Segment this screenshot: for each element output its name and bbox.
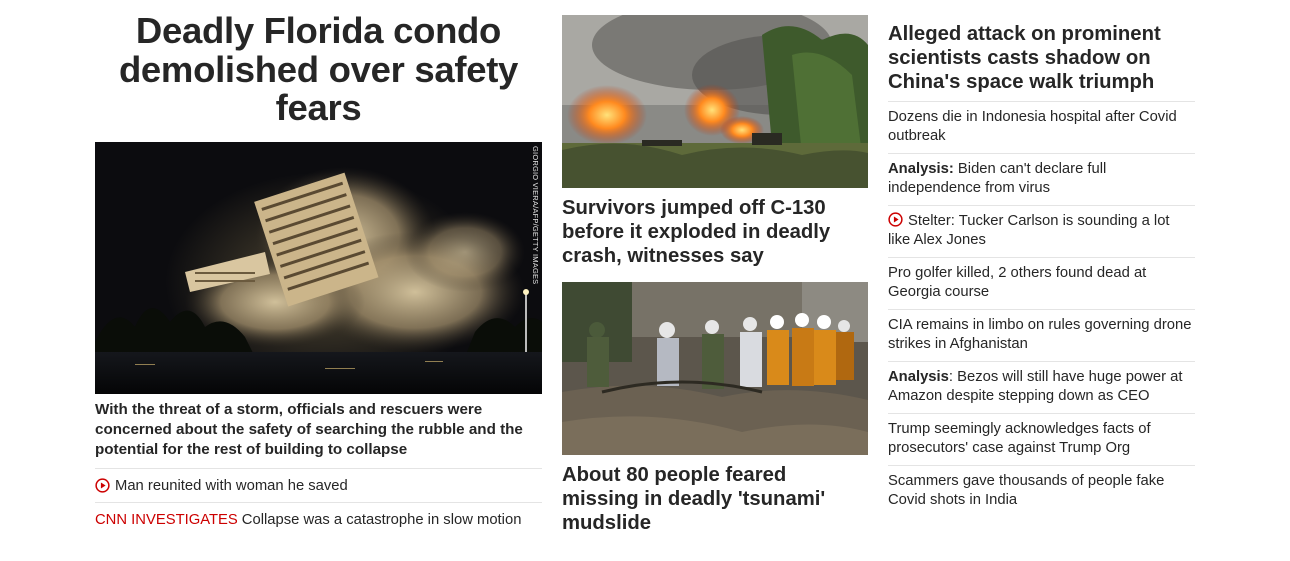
headline-list-item[interactable]: Scammers gave thousands of people fake C… (888, 465, 1195, 517)
headline-text: Pro golfer killed, 2 others found dead a… (888, 265, 1147, 300)
headline-text: Dozens die in Indonesia hospital after C… (888, 109, 1177, 144)
top-headline[interactable]: Alleged attack on prominent scientists c… (888, 22, 1195, 95)
headline-text: Scammers gave thousands of people fake C… (888, 473, 1165, 508)
headline-text: Stelter: Tucker Carlson is sounding a lo… (888, 213, 1170, 248)
analysis-label: Analysis: (888, 161, 954, 177)
story-image-plane-crash[interactable] (562, 15, 868, 188)
story-headline[interactable]: About 80 people feared missing in deadly… (562, 463, 868, 535)
headline-list-item[interactable]: Trump seemingly acknowledges facts of pr… (888, 413, 1195, 465)
headline-text: CIA remains in limbo on rules governing … (888, 317, 1192, 352)
headline-list-item[interactable]: Analysis: Bezos will still have huge pow… (888, 361, 1195, 413)
photo-credit: Giorgio Viera/AFP/Getty Images (531, 146, 540, 285)
list-item[interactable]: CNN INVESTIGATES Collapse was a catastro… (95, 502, 542, 536)
headline-list-item[interactable]: Analysis: Biden can't declare full indep… (888, 153, 1195, 205)
headline-text: Trump seemingly acknowledges facts of pr… (888, 421, 1151, 456)
story-image-mudslide[interactable] (562, 282, 868, 455)
headlines-column: Alleged attack on prominent scientists c… (888, 22, 1195, 517)
related-link-text: Man reunited with woman he saved (115, 477, 348, 494)
lead-image-condo-demolition[interactable]: Giorgio Viera/AFP/Getty Images (95, 142, 542, 394)
lead-headline[interactable]: Deadly Florida condo demolished over saf… (95, 11, 542, 128)
mudslide-rescuers-photo (562, 282, 868, 455)
homepage-news-section: Deadly Florida condo demolished over saf… (0, 0, 1290, 561)
story-headline[interactable]: Survivors jumped off C-130 before it exp… (562, 196, 868, 268)
kicker-label: CNN INVESTIGATES (95, 511, 238, 528)
lead-summary[interactable]: With the threat of a storm, officials an… (95, 400, 542, 460)
condo-demolition-photo (95, 142, 542, 394)
related-link-text: Collapse was a catastrophe in slow motio… (241, 511, 522, 528)
list-item[interactable]: Man reunited with woman he saved (95, 468, 542, 502)
headline-list-item[interactable]: Pro golfer killed, 2 others found dead a… (888, 257, 1195, 309)
play-icon (888, 212, 903, 227)
play-icon (95, 478, 110, 493)
headline-list-item[interactable]: Dozens die in Indonesia hospital after C… (888, 101, 1195, 153)
plane-crash-fire-photo (562, 15, 868, 188)
lead-related-list: Man reunited with woman he saved CNN INV… (95, 468, 542, 536)
headline-list-item[interactable]: CIA remains in limbo on rules governing … (888, 309, 1195, 361)
analysis-label: Analysis (888, 369, 949, 385)
lead-story-column: Deadly Florida condo demolished over saf… (95, 11, 542, 528)
headline-list-item[interactable]: Stelter: Tucker Carlson is sounding a lo… (888, 205, 1195, 257)
